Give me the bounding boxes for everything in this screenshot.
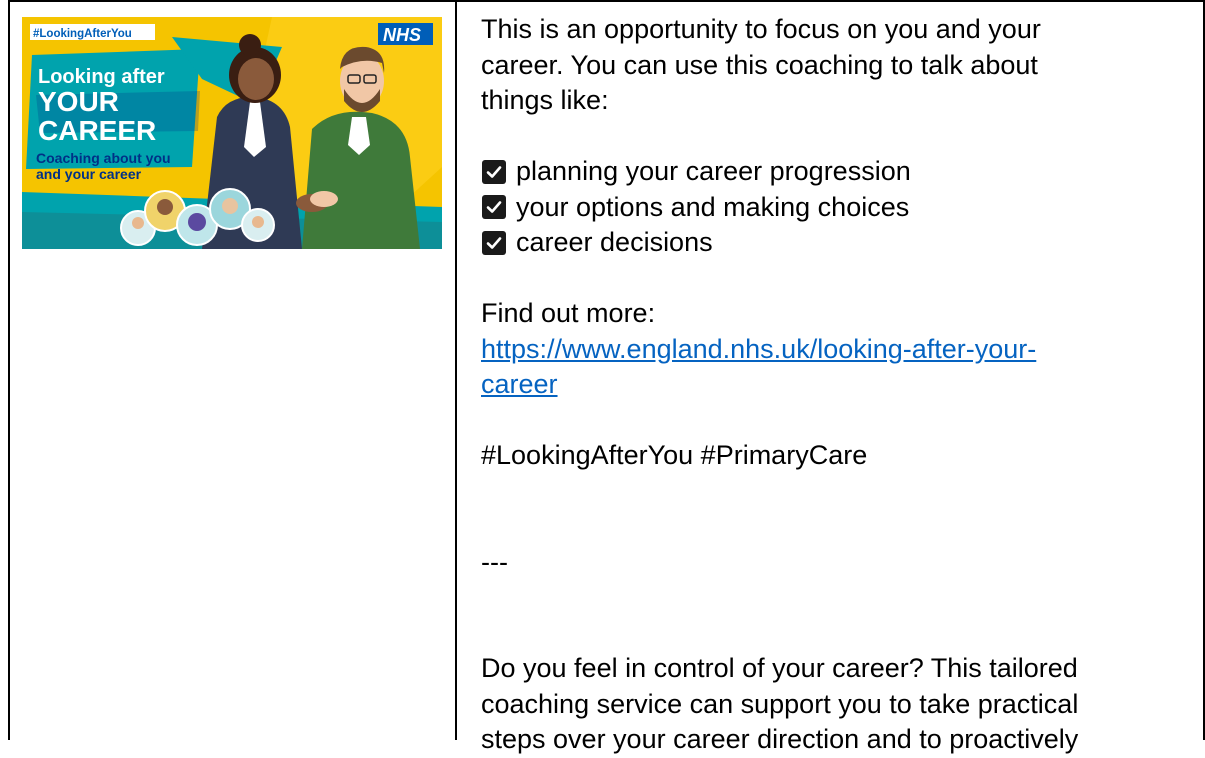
looking-after-your-career-banner: #LookingAfterYou NHS Looking after YOUR … [22, 17, 442, 249]
career-link-line-1[interactable]: https://www.england.nhs.uk/looking-after… [481, 334, 1036, 364]
intro-line-1: This is an opportunity to focus on you a… [481, 14, 1041, 44]
paragraph-2-line-2: coaching service can support you to take… [481, 688, 1079, 719]
banner-heading-line3: CAREER [38, 115, 156, 146]
banner-subheading-line1: Coaching about you [36, 150, 171, 166]
table-top-border [8, 0, 1205, 2]
list-item: career decisions [481, 225, 1193, 261]
list-item: your options and making choices [481, 190, 1193, 226]
checkmark-icon [482, 230, 506, 255]
checkmark-icon [482, 195, 506, 220]
paragraph-2-line-3: steps over your career direction and to … [481, 724, 1079, 754]
separator: --- [481, 546, 508, 577]
post-text: This is an opportunity to focus on you a… [481, 12, 1193, 758]
list-item-label: your options and making choices [516, 191, 910, 222]
banner-subheading-line2: and your career [36, 166, 142, 182]
career-link-line-2[interactable]: career [481, 369, 558, 399]
banner-hashtag: #LookingAfterYou [33, 28, 132, 40]
nhs-logo: NHS [383, 25, 421, 45]
banner-heading-line1: Looking after [38, 66, 165, 88]
table-column-divider [455, 0, 457, 740]
intro-line-2: career. You can use this coaching to tal… [481, 49, 1038, 80]
list-item: planning your career progression [481, 154, 1193, 190]
banner-heading-line2: YOUR [38, 86, 119, 117]
list-item-label: career decisions [516, 227, 713, 257]
intro-line-3: things like: [481, 85, 609, 115]
hashtags: #LookingAfterYou #PrimaryCare [481, 440, 868, 470]
find-out-more-label: Find out more: [481, 298, 656, 328]
checkmark-icon [482, 159, 506, 184]
table-left-border [8, 0, 10, 740]
paragraph-2-line-1: Do you feel in control of your career? T… [481, 653, 1078, 683]
list-item-label: planning your career progression [516, 156, 911, 186]
